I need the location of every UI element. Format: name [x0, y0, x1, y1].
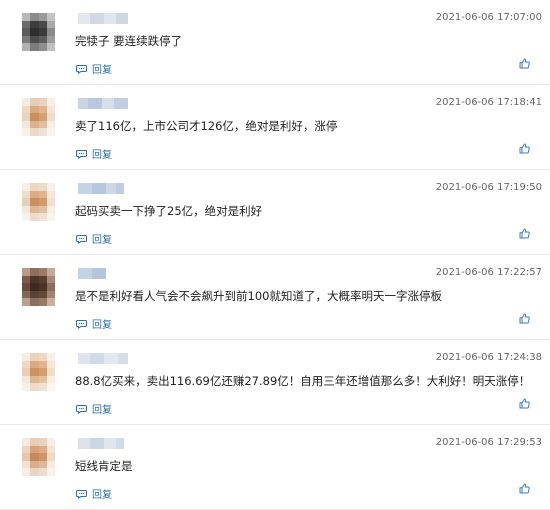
reply-button[interactable]: 回复 — [76, 486, 112, 501]
comment-text: 是不是利好看人气会不会飙升到前100就知道了，大概率明天一字涨停板 — [75, 289, 442, 303]
reply-button[interactable]: 回复 — [76, 316, 112, 331]
reply-button[interactable]: 回复 — [76, 231, 112, 246]
reply-button[interactable]: 回复 — [76, 61, 112, 76]
comment-text: 完犊子 要连续跌停了 — [75, 34, 183, 48]
username-blurred[interactable] — [78, 13, 128, 24]
thumbs-up-icon[interactable] — [519, 228, 530, 239]
comment-item: 2021-06-06 17:07:00 完犊子 要连续跌停了回复 — [0, 0, 550, 85]
username-blurred[interactable] — [78, 353, 128, 364]
comment-timestamp: 2021-06-06 17:18:41 — [435, 97, 542, 108]
comment-item: 2021-06-06 17:18:41 卖了116亿，上市公司才126亿，绝对是利… — [0, 85, 550, 170]
comment-bubble-icon — [76, 64, 87, 74]
comment-text: 卖了116亿，上市公司才126亿，绝对是利好，涨停 — [75, 119, 338, 133]
reply-label: 回复 — [92, 235, 112, 246]
reply-label: 回复 — [92, 150, 112, 161]
reply-label: 回复 — [92, 65, 112, 76]
avatar[interactable] — [22, 98, 55, 136]
username-blurred[interactable] — [78, 98, 128, 109]
reply-button[interactable]: 回复 — [76, 146, 112, 161]
reply-button[interactable]: 回复 — [76, 401, 112, 416]
comment-item: 2021-06-06 17:24:38 88.8亿买来，卖出116.69亿还赚27… — [0, 340, 550, 425]
comment-timestamp: 2021-06-06 17:29:53 — [435, 437, 542, 448]
username-blurred[interactable] — [78, 268, 106, 279]
comment-text: 起码买卖一下挣了25亿，绝对是利好 — [75, 204, 263, 218]
reply-label: 回复 — [92, 490, 112, 501]
thumbs-up-icon[interactable] — [519, 313, 530, 324]
thumbs-up-icon[interactable] — [519, 58, 530, 69]
thumbs-up-icon[interactable] — [519, 483, 530, 494]
username-blurred[interactable] — [78, 183, 124, 194]
avatar[interactable] — [22, 13, 55, 51]
comment-bubble-icon — [76, 149, 87, 159]
comment-text: 短线肯定是 — [75, 459, 133, 473]
comment-item: 2021-06-06 17:22:57 是不是利好看人气会不会飙升到前100就知道… — [0, 255, 550, 340]
comment-bubble-icon — [76, 404, 87, 414]
comment-bubble-icon — [76, 319, 87, 329]
reply-label: 回复 — [92, 320, 112, 331]
comment-timestamp: 2021-06-06 17:24:38 — [435, 352, 542, 363]
comment-bubble-icon — [76, 234, 87, 244]
avatar[interactable] — [22, 183, 55, 221]
thumbs-up-icon[interactable] — [519, 143, 530, 154]
comment-timestamp: 2021-06-06 17:19:50 — [435, 182, 542, 193]
comment-text: 88.8亿买来，卖出116.69亿还赚27.89亿！自用三年还增值那么多！大利好… — [75, 374, 531, 388]
avatar[interactable] — [22, 353, 55, 391]
avatar[interactable] — [22, 438, 55, 476]
comment-bubble-icon — [76, 489, 87, 499]
reply-label: 回复 — [92, 405, 112, 416]
username-blurred[interactable] — [78, 438, 124, 449]
comment-item: 2021-06-06 17:19:50 起码买卖一下挣了25亿，绝对是利好回复 — [0, 170, 550, 255]
thumbs-up-icon[interactable] — [519, 398, 530, 409]
comment-timestamp: 2021-06-06 17:07:00 — [435, 12, 542, 23]
avatar[interactable] — [22, 268, 55, 306]
comment-timestamp: 2021-06-06 17:22:57 — [435, 267, 542, 278]
comment-item: 2021-06-06 17:29:53 短线肯定是回复 — [0, 425, 550, 510]
